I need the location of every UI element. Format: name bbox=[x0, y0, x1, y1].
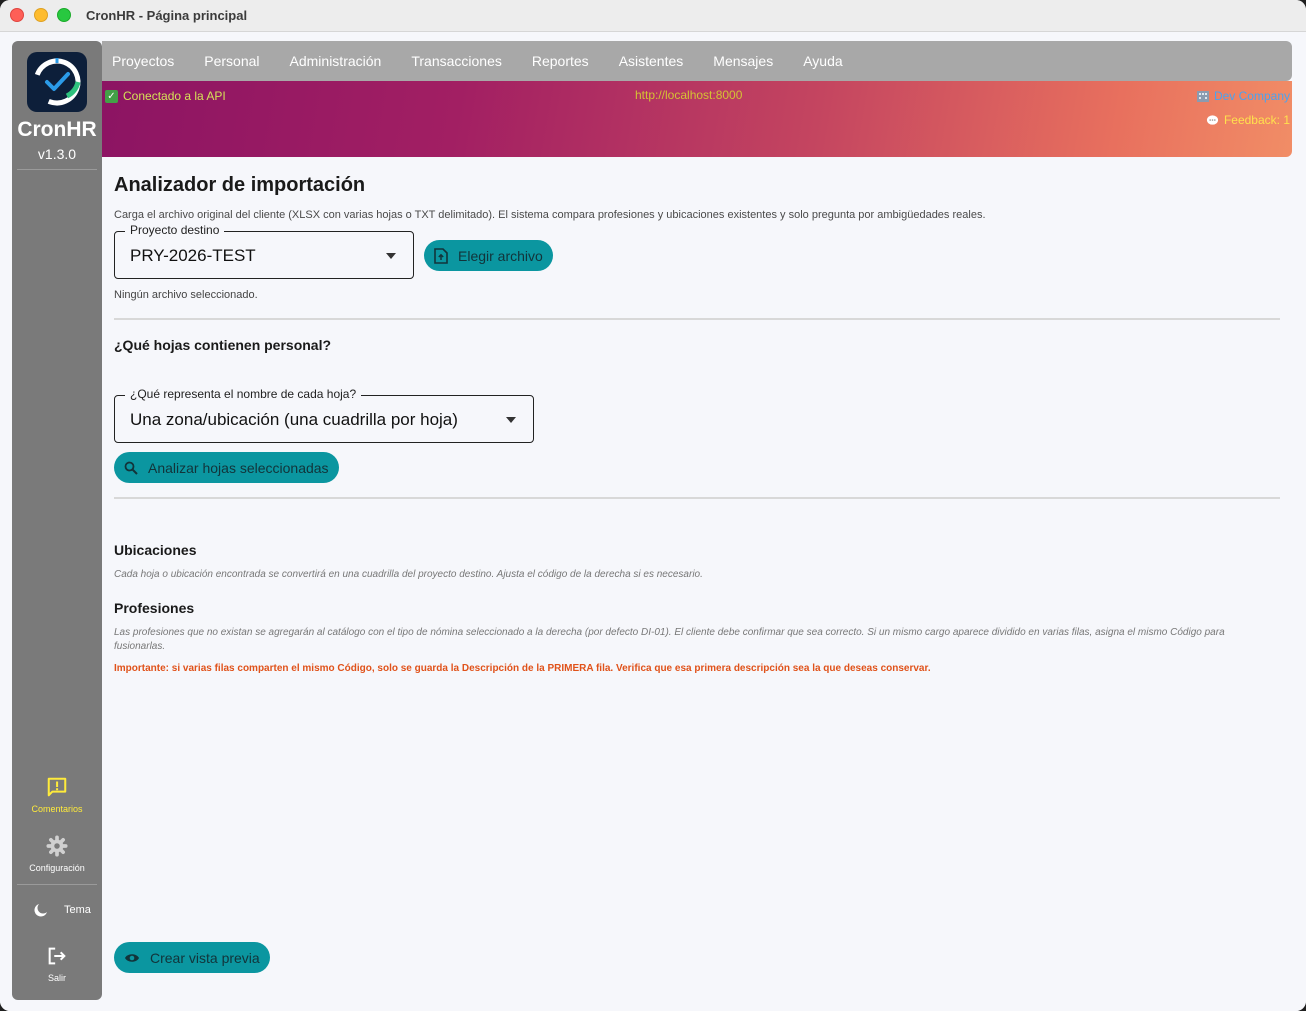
section-divider bbox=[114, 497, 1280, 499]
nav-reportes[interactable]: Reportes bbox=[532, 53, 589, 69]
nav-asistentes[interactable]: Asistentes bbox=[619, 53, 684, 69]
professions-note: Las profesiones que no existan se agrega… bbox=[114, 627, 1225, 652]
sidebar-item-configuracion[interactable]: Configuración bbox=[12, 835, 102, 873]
sidebar-item-label: Configuración bbox=[29, 863, 85, 873]
moon-icon bbox=[34, 904, 47, 917]
analyze-sheets-label: Analizar hojas seleccionadas bbox=[148, 459, 329, 476]
building-icon bbox=[1196, 91, 1209, 102]
company-selector[interactable]: Dev Company bbox=[1196, 89, 1290, 103]
app-logo bbox=[27, 52, 87, 112]
chevron-down-icon bbox=[386, 253, 396, 259]
professions-heading: Profesiones bbox=[114, 600, 195, 616]
sheet-meaning-label: ¿Qué representa el nombre de cada hoja? bbox=[125, 387, 362, 401]
app-window: CronHR - Página principal CronHR v1.3.0 … bbox=[0, 0, 1306, 1011]
create-preview-button[interactable]: Crear vista previa bbox=[114, 942, 270, 973]
status-banner: ✓ Conectado a la API http://localhost:80… bbox=[102, 81, 1292, 157]
sidebar-item-label: Salir bbox=[47, 973, 66, 983]
window-title: CronHR - Página principal bbox=[86, 8, 248, 23]
project-select[interactable]: Proyecto destino PRY-2026-TEST bbox=[114, 223, 414, 279]
logout-icon bbox=[48, 947, 66, 965]
api-url: http://localhost:8000 bbox=[635, 88, 743, 102]
minimize-window-button[interactable] bbox=[34, 8, 48, 22]
choose-file-button[interactable]: Elegir archivo bbox=[424, 240, 553, 271]
nav-transacciones[interactable]: Transacciones bbox=[411, 53, 502, 69]
page-title: Analizador de importación bbox=[114, 174, 366, 196]
nav-ayuda[interactable]: Ayuda bbox=[803, 53, 842, 69]
app-name: CronHR bbox=[17, 118, 97, 141]
sheet-meaning-value: Una zona/ubicación (una cuadrilla por ho… bbox=[130, 410, 458, 429]
sidebar-divider bbox=[17, 884, 97, 885]
api-status: ✓ Conectado a la API bbox=[105, 89, 226, 103]
nav-administracion[interactable]: Administración bbox=[290, 53, 382, 69]
sidebar-item-comentarios[interactable]: Comentarios bbox=[12, 776, 102, 814]
company-name: Dev Company bbox=[1213, 89, 1290, 103]
top-navigation: Proyectos Personal Administración Transa… bbox=[102, 41, 1292, 81]
gear-icon bbox=[46, 835, 68, 857]
analyze-sheets-button[interactable]: Analizar hojas seleccionadas bbox=[114, 452, 339, 483]
check-icon: ✓ bbox=[105, 89, 118, 103]
sidebar-item-salir[interactable]: Salir bbox=[12, 945, 102, 983]
api-status-text: Conectado a la API bbox=[123, 89, 226, 103]
page-subtitle: Carga el archivo original del cliente (X… bbox=[114, 209, 986, 221]
warning-text: Importante: si varias filas comparten el… bbox=[114, 663, 931, 674]
sidebar-item-tema[interactable]: Tema bbox=[32, 899, 102, 921]
chevron-down-icon bbox=[506, 417, 516, 423]
create-preview-label: Crear vista previa bbox=[150, 949, 260, 966]
sidebar-item-label: Comentarios bbox=[31, 804, 83, 814]
project-select-value: PRY-2026-TEST bbox=[130, 246, 256, 265]
app-version: v1.3.0 bbox=[37, 146, 77, 162]
nav-proyectos[interactable]: Proyectos bbox=[112, 53, 174, 69]
file-upload-icon bbox=[434, 247, 448, 264]
file-status: Ningún archivo seleccionado. bbox=[114, 289, 258, 301]
chat-bubble-icon bbox=[1206, 114, 1219, 125]
feedback-icon bbox=[47, 777, 67, 797]
nav-personal[interactable]: Personal bbox=[204, 53, 259, 69]
close-window-button[interactable] bbox=[10, 8, 24, 22]
feedback-text: Feedback: 1 bbox=[1223, 113, 1290, 127]
search-icon bbox=[124, 461, 138, 475]
section-divider bbox=[114, 318, 1280, 320]
sidebar-divider bbox=[17, 169, 97, 170]
feedback-counter[interactable]: Feedback: 1 bbox=[1206, 113, 1290, 127]
locations-note: Cada hoja o ubicación encontrada se conv… bbox=[114, 569, 703, 580]
sheet-meaning-select[interactable]: ¿Qué representa el nombre de cada hoja? … bbox=[114, 387, 534, 443]
title-bar: CronHR - Página principal bbox=[0, 0, 1306, 32]
locations-heading: Ubicaciones bbox=[114, 542, 197, 558]
clock-check-icon bbox=[33, 58, 81, 106]
nav-mensajes[interactable]: Mensajes bbox=[713, 53, 773, 69]
sidebar-item-label: Tema bbox=[64, 904, 91, 916]
project-select-label: Proyecto destino bbox=[125, 223, 225, 237]
maximize-window-button[interactable] bbox=[57, 8, 71, 22]
choose-file-label: Elegir archivo bbox=[458, 247, 543, 264]
sheets-heading: ¿Qué hojas contienen personal? bbox=[114, 337, 332, 353]
sidebar: CronHR v1.3.0 Comentarios Configuración … bbox=[12, 41, 102, 1000]
eye-icon bbox=[125, 953, 139, 962]
